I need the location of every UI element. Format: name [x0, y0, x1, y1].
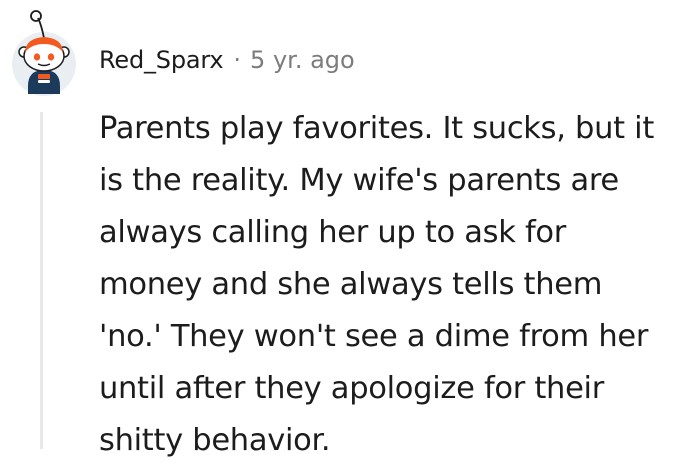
comment-body-line: always calling her up to ask for: [99, 215, 567, 250]
comment-body-line: Parents play favorites. It sucks, but it: [99, 111, 655, 146]
comment: Red_Sparx · 5 yr. ago Parents play favor…: [0, 0, 700, 458]
user-avatar[interactable]: [10, 8, 78, 98]
meta-separator: ·: [233, 46, 242, 74]
comment-body-line: is the reality. My wife's parents are: [99, 163, 619, 198]
comment-header: Red_Sparx · 5 yr. ago: [99, 42, 355, 78]
snoo-avatar-icon: [12, 10, 76, 96]
comment-body: Parents play favorites. It sucks, but it…: [99, 103, 689, 467]
thread-line[interactable]: [40, 112, 43, 449]
comment-body-line: money and she always tells them: [99, 267, 603, 302]
comment-body-line: shitty behavior.: [99, 423, 331, 458]
comment-timestamp[interactable]: 5 yr. ago: [250, 46, 355, 74]
comment-body-line: 'no.' They won't see a dime from her: [99, 319, 649, 354]
author-username[interactable]: Red_Sparx: [99, 46, 224, 74]
comment-body-line: until after they apologize for their: [99, 371, 604, 406]
